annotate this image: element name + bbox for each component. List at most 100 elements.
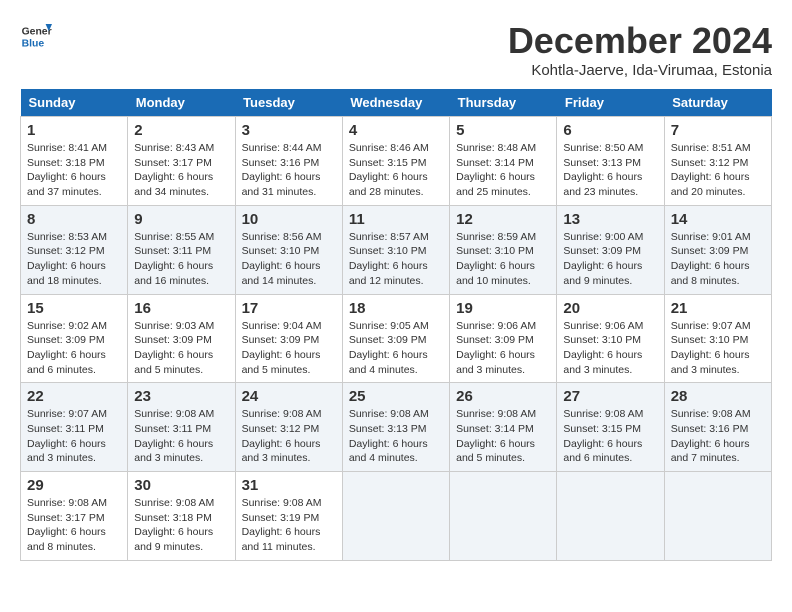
day-content: Sunrise: 8:44 AMSunset: 3:16 PMDaylight:… xyxy=(242,141,336,200)
calendar-cell: 31 Sunrise: 9:08 AMSunset: 3:19 PMDayligh… xyxy=(235,472,342,561)
calendar-body: 1Sunrise: 8:41 AMSunset: 3:18 PMDaylight… xyxy=(21,117,772,561)
day-content: Sunrise: 9:06 AMSunset: 3:10 PMDaylight:… xyxy=(563,319,657,378)
calendar-cell: 16Sunrise: 9:03 AMSunset: 3:09 PMDayligh… xyxy=(128,294,235,383)
logo-icon: General Blue xyxy=(20,20,52,52)
day-number: 7 xyxy=(671,122,765,139)
day-number: 8 xyxy=(27,211,121,228)
day-number: 13 xyxy=(563,211,657,228)
day-content: Sunrise: 9:07 AMSunset: 3:11 PMDaylight:… xyxy=(27,407,121,466)
calendar-cell xyxy=(664,472,771,561)
day-number: 15 xyxy=(27,300,121,317)
calendar-cell: 27 Sunrise: 9:08 AMSunset: 3:15 PMDayligh… xyxy=(557,383,664,472)
day-content: Sunrise: 8:57 AMSunset: 3:10 PMDaylight:… xyxy=(349,230,443,289)
day-content: Sunrise: 9:02 AMSunset: 3:09 PMDaylight:… xyxy=(27,319,121,378)
calendar-header: Sunday Monday Tuesday Wednesday Thursday… xyxy=(21,89,772,117)
day-number: 12 xyxy=(456,211,550,228)
day-content: Sunrise: 9:04 AMSunset: 3:09 PMDaylight:… xyxy=(242,319,336,378)
day-content: Sunrise: 9:08 AMSunset: 3:11 PMDaylight:… xyxy=(134,407,228,466)
header-monday: Monday xyxy=(128,89,235,117)
header-tuesday: Tuesday xyxy=(235,89,342,117)
calendar-cell xyxy=(342,472,449,561)
calendar-cell: 25 Sunrise: 9:08 AMSunset: 3:13 PMDayligh… xyxy=(342,383,449,472)
day-content: Sunrise: 8:51 AMSunset: 3:12 PMDaylight:… xyxy=(671,141,765,200)
header-thursday: Thursday xyxy=(450,89,557,117)
day-number: 30 xyxy=(134,477,228,494)
calendar-cell: 19 Sunrise: 9:06 AMSunset: 3:09 PMDayligh… xyxy=(450,294,557,383)
calendar-cell: 1Sunrise: 8:41 AMSunset: 3:18 PMDaylight… xyxy=(21,117,128,206)
day-number: 10 xyxy=(242,211,336,228)
day-number: 18 xyxy=(349,300,443,317)
day-content: Sunrise: 8:59 AMSunset: 3:10 PMDaylight:… xyxy=(456,230,550,289)
calendar-cell xyxy=(450,472,557,561)
day-number: 17 xyxy=(242,300,336,317)
day-number: 24 xyxy=(242,388,336,405)
calendar-subtitle: Kohtla-Jaerve, Ida-Virumaa, Estonia xyxy=(508,62,772,79)
day-number: 9 xyxy=(134,211,228,228)
day-content: Sunrise: 8:48 AMSunset: 3:14 PMDaylight:… xyxy=(456,141,550,200)
calendar-cell: 22Sunrise: 9:07 AMSunset: 3:11 PMDayligh… xyxy=(21,383,128,472)
calendar-cell: 26 Sunrise: 9:08 AMSunset: 3:14 PMDayligh… xyxy=(450,383,557,472)
day-content: Sunrise: 9:08 AMSunset: 3:15 PMDaylight:… xyxy=(563,407,657,466)
day-content: Sunrise: 9:01 AMSunset: 3:09 PMDaylight:… xyxy=(671,230,765,289)
day-content: Sunrise: 9:08 AMSunset: 3:19 PMDaylight:… xyxy=(242,496,336,555)
day-content: Sunrise: 9:08 AMSunset: 3:13 PMDaylight:… xyxy=(349,407,443,466)
day-content: Sunrise: 9:08 AMSunset: 3:17 PMDaylight:… xyxy=(27,496,121,555)
calendar-cell: 7 Sunrise: 8:51 AMSunset: 3:12 PMDaylight… xyxy=(664,117,771,206)
day-number: 3 xyxy=(242,122,336,139)
calendar-week-2: 8 Sunrise: 8:53 AMSunset: 3:12 PMDaylight… xyxy=(21,205,772,294)
day-content: Sunrise: 9:08 AMSunset: 3:12 PMDaylight:… xyxy=(242,407,336,466)
calendar-cell: 10 Sunrise: 8:56 AMSunset: 3:10 PMDayligh… xyxy=(235,205,342,294)
calendar-cell: 4Sunrise: 8:46 AMSunset: 3:15 PMDaylight… xyxy=(342,117,449,206)
calendar-cell: 30 Sunrise: 9:08 AMSunset: 3:18 PMDayligh… xyxy=(128,472,235,561)
calendar-week-1: 1Sunrise: 8:41 AMSunset: 3:18 PMDaylight… xyxy=(21,117,772,206)
calendar-cell: 9 Sunrise: 8:55 AMSunset: 3:11 PMDaylight… xyxy=(128,205,235,294)
day-content: Sunrise: 8:56 AMSunset: 3:10 PMDaylight:… xyxy=(242,230,336,289)
day-number: 31 xyxy=(242,477,336,494)
day-number: 21 xyxy=(671,300,765,317)
calendar-cell xyxy=(557,472,664,561)
title-block: December 2024 Kohtla-Jaerve, Ida-Virumaa… xyxy=(508,20,772,79)
day-number: 27 xyxy=(563,388,657,405)
day-content: Sunrise: 9:08 AMSunset: 3:18 PMDaylight:… xyxy=(134,496,228,555)
calendar-title: December 2024 xyxy=(508,20,772,62)
svg-text:Blue: Blue xyxy=(22,38,45,49)
day-content: Sunrise: 9:05 AMSunset: 3:09 PMDaylight:… xyxy=(349,319,443,378)
day-content: Sunrise: 9:06 AMSunset: 3:09 PMDaylight:… xyxy=(456,319,550,378)
calendar-cell: 21 Sunrise: 9:07 AMSunset: 3:10 PMDayligh… xyxy=(664,294,771,383)
calendar-cell: 6 Sunrise: 8:50 AMSunset: 3:13 PMDaylight… xyxy=(557,117,664,206)
calendar-cell: 5Sunrise: 8:48 AMSunset: 3:14 PMDaylight… xyxy=(450,117,557,206)
calendar-cell: 13Sunrise: 9:00 AMSunset: 3:09 PMDayligh… xyxy=(557,205,664,294)
logo: General Blue General Blue xyxy=(20,20,52,52)
day-content: Sunrise: 8:55 AMSunset: 3:11 PMDaylight:… xyxy=(134,230,228,289)
calendar-cell: 2Sunrise: 8:43 AMSunset: 3:17 PMDaylight… xyxy=(128,117,235,206)
day-number: 6 xyxy=(563,122,657,139)
calendar-cell: 20 Sunrise: 9:06 AMSunset: 3:10 PMDayligh… xyxy=(557,294,664,383)
calendar-cell: 28Sunrise: 9:08 AMSunset: 3:16 PMDayligh… xyxy=(664,383,771,472)
day-content: Sunrise: 9:08 AMSunset: 3:14 PMDaylight:… xyxy=(456,407,550,466)
day-number: 11 xyxy=(349,211,443,228)
day-content: Sunrise: 8:43 AMSunset: 3:17 PMDaylight:… xyxy=(134,141,228,200)
day-content: Sunrise: 9:08 AMSunset: 3:16 PMDaylight:… xyxy=(671,407,765,466)
day-content: Sunrise: 8:53 AMSunset: 3:12 PMDaylight:… xyxy=(27,230,121,289)
calendar-week-3: 15 Sunrise: 9:02 AMSunset: 3:09 PMDayligh… xyxy=(21,294,772,383)
day-number: 25 xyxy=(349,388,443,405)
day-number: 20 xyxy=(563,300,657,317)
header-wednesday: Wednesday xyxy=(342,89,449,117)
calendar-cell: 15 Sunrise: 9:02 AMSunset: 3:09 PMDayligh… xyxy=(21,294,128,383)
day-number: 14 xyxy=(671,211,765,228)
calendar-cell: 23 Sunrise: 9:08 AMSunset: 3:11 PMDayligh… xyxy=(128,383,235,472)
day-number: 23 xyxy=(134,388,228,405)
calendar-cell: 11 Sunrise: 8:57 AMSunset: 3:10 PMDayligh… xyxy=(342,205,449,294)
header-saturday: Saturday xyxy=(664,89,771,117)
day-number: 19 xyxy=(456,300,550,317)
calendar-cell: 18 Sunrise: 9:05 AMSunset: 3:09 PMDayligh… xyxy=(342,294,449,383)
day-content: Sunrise: 9:07 AMSunset: 3:10 PMDaylight:… xyxy=(671,319,765,378)
calendar-week-5: 29Sunrise: 9:08 AMSunset: 3:17 PMDayligh… xyxy=(21,472,772,561)
calendar-table: Sunday Monday Tuesday Wednesday Thursday… xyxy=(20,89,772,561)
day-content: Sunrise: 8:50 AMSunset: 3:13 PMDaylight:… xyxy=(563,141,657,200)
header-friday: Friday xyxy=(557,89,664,117)
calendar-cell: 3 Sunrise: 8:44 AMSunset: 3:16 PMDaylight… xyxy=(235,117,342,206)
day-number: 26 xyxy=(456,388,550,405)
calendar-cell: 17 Sunrise: 9:04 AMSunset: 3:09 PMDayligh… xyxy=(235,294,342,383)
calendar-cell: 14 Sunrise: 9:01 AMSunset: 3:09 PMDayligh… xyxy=(664,205,771,294)
